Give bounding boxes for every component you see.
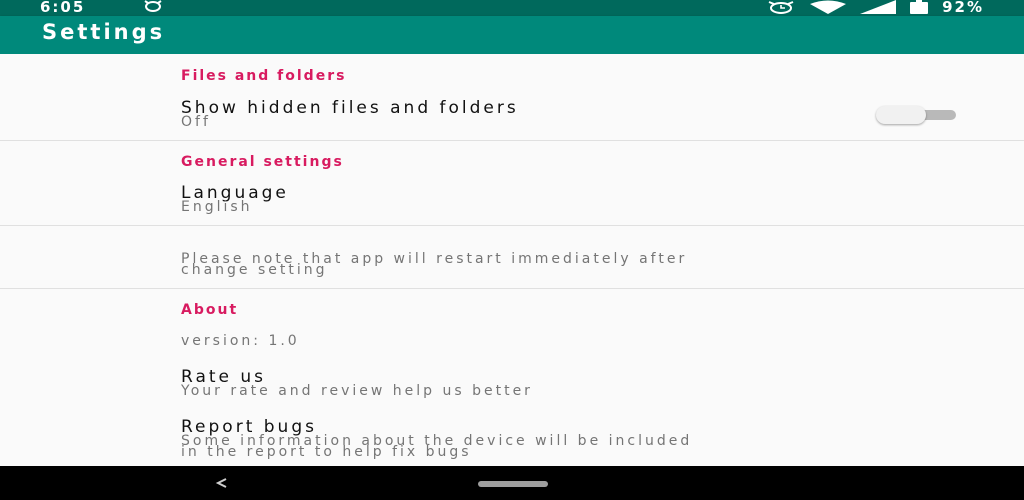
alarm-icon [142, 0, 162, 14]
restart-note-line2: change setting [181, 262, 328, 278]
divider [0, 140, 1024, 141]
pref-show-hidden-title: Show hidden files and folders [181, 98, 519, 118]
settings-list[interactable]: Files and folders Show hidden files and … [0, 54, 1024, 466]
category-general-settings: General settings [181, 154, 344, 170]
wifi-icon [810, 0, 847, 14]
divider [0, 225, 1024, 226]
pref-language-summary: English [181, 199, 253, 215]
page-title: Settings [42, 20, 166, 44]
show-hidden-toggle[interactable] [876, 106, 956, 124]
category-files-and-folders: Files and folders [181, 68, 347, 84]
status-time: 6:05 [40, 0, 86, 16]
version-text: version: 1.0 [181, 333, 300, 349]
pref-rate-summary: Your rate and review help us better [181, 383, 533, 399]
pref-show-hidden-summary: Off [181, 114, 211, 130]
home-pill[interactable] [478, 481, 548, 487]
navigation-bar [0, 466, 1024, 500]
divider [0, 288, 1024, 289]
battery-percent: 92% [942, 0, 984, 16]
category-about: About [181, 302, 239, 318]
toggle-thumb [876, 106, 926, 124]
pref-report-summary-line2: in the report to help fix bugs [181, 444, 472, 460]
signal-icon [860, 0, 897, 14]
status-bar: 6:05 92% [0, 0, 1024, 16]
status-right-icons: 92% [766, 0, 984, 16]
app-bar: Settings [0, 16, 1024, 54]
battery-icon [910, 0, 929, 14]
back-icon[interactable] [214, 473, 230, 493]
alarm-clock-icon [766, 0, 796, 14]
